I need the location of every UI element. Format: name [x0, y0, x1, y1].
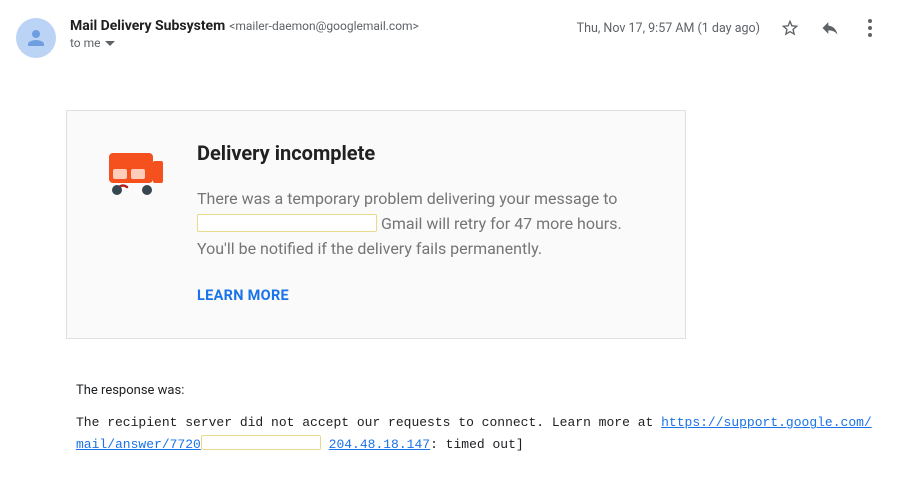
card-title: Delivery incomplete — [197, 141, 651, 165]
redacted-segment — [201, 435, 321, 450]
star-button[interactable] — [780, 18, 800, 38]
reply-icon — [820, 18, 840, 38]
delivery-notice-card: Delivery incomplete There was a temporar… — [66, 110, 686, 339]
support-link-1[interactable]: https://support.google.com/ — [661, 415, 872, 430]
card-body: Delivery incomplete There was a temporar… — [197, 141, 651, 304]
learn-more-link[interactable]: LEARN MORE — [197, 287, 651, 304]
recipient-text: to me — [70, 36, 101, 50]
redacted-email — [197, 214, 377, 232]
email-header: Mail Delivery Subsystem <mailer-daemon@g… — [10, 18, 890, 58]
reply-button[interactable] — [820, 18, 840, 38]
sender-email: <mailer-daemon@googlemail.com> — [229, 19, 419, 33]
ip-link[interactable]: 204.48.18.147 — [329, 437, 430, 452]
more-button[interactable] — [860, 18, 880, 38]
timestamp: Thu, Nov 17, 9:57 AM (1 day ago) — [577, 21, 760, 36]
person-icon — [24, 26, 48, 50]
response-line1: The recipient server did not accept our … — [76, 415, 661, 430]
card-text-part1: There was a temporary problem delivering… — [197, 189, 617, 208]
more-vert-icon — [868, 19, 872, 37]
card-text: There was a temporary problem delivering… — [197, 187, 651, 261]
chevron-down-icon — [105, 41, 115, 46]
response-block: The response was: The recipient server d… — [76, 383, 890, 456]
response-label: The response was: — [76, 383, 890, 398]
recipient-dropdown[interactable]: to me — [70, 36, 419, 50]
truck-icon — [101, 143, 165, 211]
sender-name: Mail Delivery Subsystem — [70, 18, 225, 34]
response-tail: : timed out] — [430, 437, 524, 452]
response-text: The recipient server did not accept our … — [76, 412, 884, 456]
sender-info: Mail Delivery Subsystem <mailer-daemon@g… — [70, 18, 419, 50]
star-icon — [780, 18, 800, 38]
header-actions: Thu, Nov 17, 9:57 AM (1 day ago) — [577, 18, 884, 38]
avatar — [16, 18, 56, 58]
email-view: Mail Delivery Subsystem <mailer-daemon@g… — [0, 0, 900, 457]
support-link-2[interactable]: mail/answer/7720 — [76, 437, 201, 452]
